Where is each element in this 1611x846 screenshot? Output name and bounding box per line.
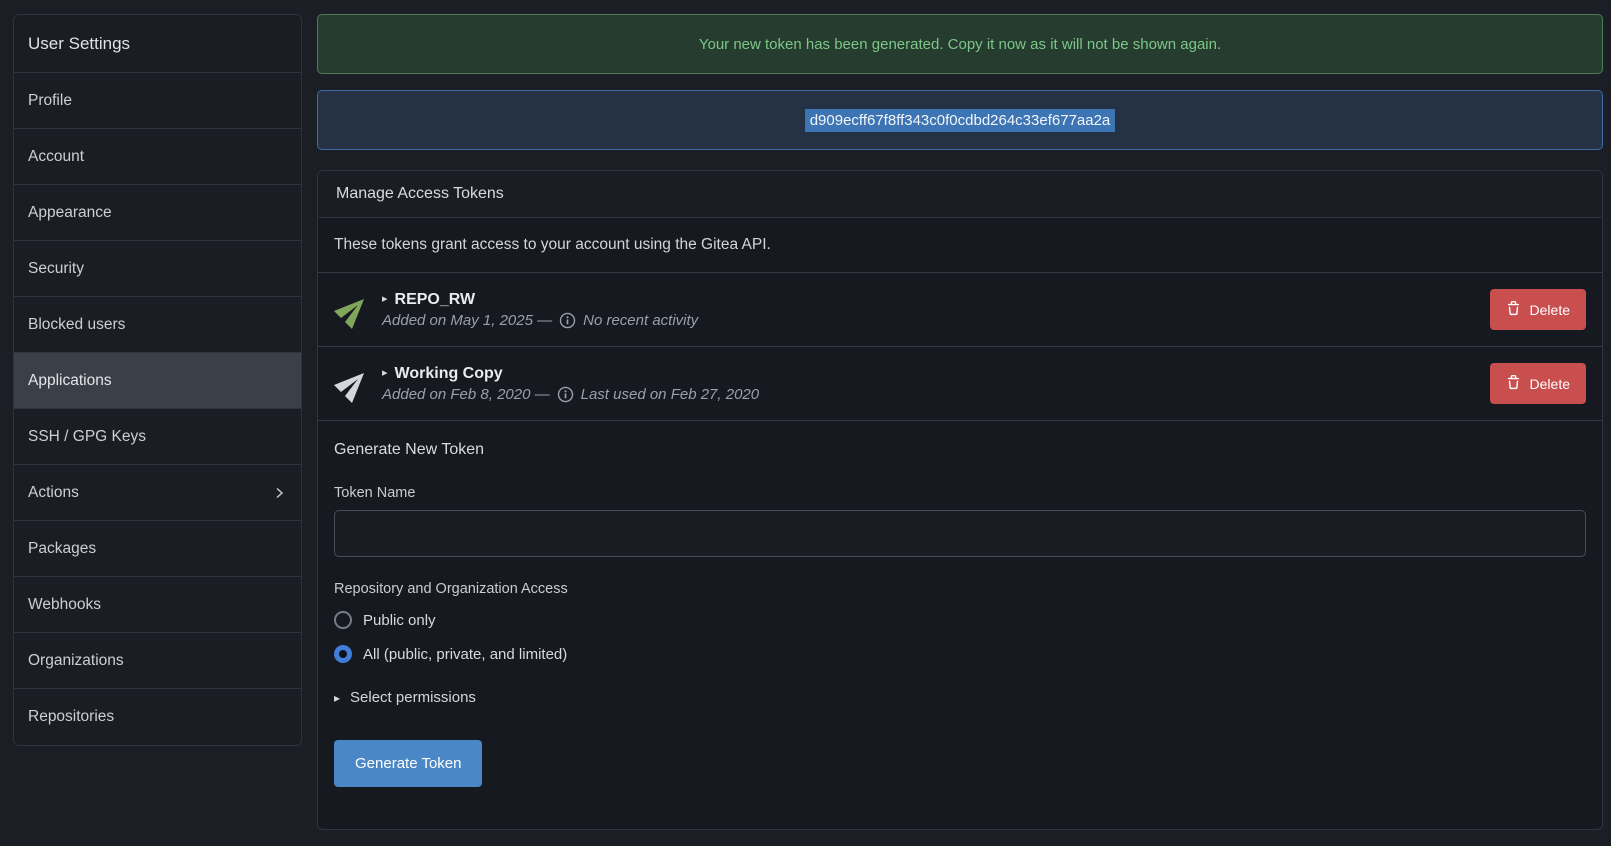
token-row: ▸ Working Copy Added on Feb 8, 2020 — La…	[318, 347, 1602, 421]
triangle-collapsed-icon: ▸	[334, 692, 340, 704]
delete-label: Delete	[1530, 302, 1570, 318]
sidebar-item-account[interactable]: Account	[14, 129, 301, 185]
sidebar-item-appearance[interactable]: Appearance	[14, 185, 301, 241]
paper-plane-icon	[334, 293, 372, 327]
panel-description: These tokens grant access to your accoun…	[318, 218, 1602, 273]
access-tokens-panel: Manage Access Tokens These tokens grant …	[317, 170, 1603, 830]
sidebar-item-packages[interactable]: Packages	[14, 521, 301, 577]
sidebar-item-profile[interactable]: Profile	[14, 73, 301, 129]
delete-token-button[interactable]: Delete	[1490, 363, 1586, 404]
chevron-right-icon	[271, 485, 287, 501]
new-token-box: d909ecff67f8ff343c0f0cdbd264c33ef677aa2a	[317, 90, 1603, 150]
flash-success-banner: Your new token has been generated. Copy …	[317, 14, 1603, 74]
radio-checked-icon[interactable]	[334, 645, 352, 663]
repo-org-access-label: Repository and Organization Access	[334, 581, 1586, 597]
settings-content: Your new token has been generated. Copy …	[317, 14, 1603, 838]
token-activity-text: Last used on Feb 27, 2020	[581, 386, 759, 403]
token-name-toggle[interactable]: ▸ Working Copy	[382, 365, 759, 383]
radio-label: Public only	[363, 612, 436, 629]
token-info: ▸ REPO_RW Added on May 1, 2025 — No rece…	[382, 291, 698, 329]
sidebar-item-organizations[interactable]: Organizations	[14, 633, 301, 689]
generate-token-button[interactable]: Generate Token	[334, 740, 482, 787]
radio-label: All (public, private, and limited)	[363, 646, 567, 663]
user-settings-page: User Settings Profile Account Appearance…	[0, 0, 1611, 838]
triangle-collapsed-icon: ▸	[382, 294, 388, 305]
token-added-text: Added on May 1, 2025 —	[382, 312, 552, 329]
flash-message-text: Your new token has been generated. Copy …	[699, 36, 1221, 53]
radio-unchecked-icon[interactable]	[334, 611, 352, 629]
token-row: ▸ REPO_RW Added on May 1, 2025 — No rece…	[318, 273, 1602, 347]
token-name-input[interactable]	[334, 510, 1586, 557]
token-meta: Added on Feb 8, 2020 — Last used on Feb …	[382, 386, 759, 403]
sidebar-item-webhooks[interactable]: Webhooks	[14, 577, 301, 633]
token-activity-text: No recent activity	[583, 312, 698, 329]
info-icon	[557, 386, 574, 403]
settings-sidebar: User Settings Profile Account Appearance…	[13, 14, 302, 746]
paper-plane-icon	[334, 367, 372, 401]
token-info: ▸ Working Copy Added on Feb 8, 2020 — La…	[382, 365, 759, 403]
token-name: Working Copy	[395, 365, 503, 383]
sidebar-item-label: Actions	[28, 484, 79, 502]
sidebar-title: User Settings	[14, 15, 301, 73]
radio-all-access[interactable]: All (public, private, and limited)	[334, 637, 1586, 671]
sidebar-item-security[interactable]: Security	[14, 241, 301, 297]
sidebar-item-repositories[interactable]: Repositories	[14, 689, 301, 745]
new-token-value[interactable]: d909ecff67f8ff343c0f0cdbd264c33ef677aa2a	[805, 109, 1116, 132]
token-name-label: Token Name	[334, 485, 1586, 501]
select-permissions-label: Select permissions	[350, 689, 476, 706]
token-name: REPO_RW	[395, 291, 476, 309]
sidebar-item-blocked-users[interactable]: Blocked users	[14, 297, 301, 353]
sidebar-item-ssh-gpg-keys[interactable]: SSH / GPG Keys	[14, 409, 301, 465]
select-permissions-toggle[interactable]: ▸ Select permissions	[334, 689, 1586, 706]
delete-token-button[interactable]: Delete	[1490, 289, 1586, 330]
radio-public-only[interactable]: Public only	[334, 603, 1586, 637]
triangle-collapsed-icon: ▸	[382, 368, 388, 379]
info-icon	[559, 312, 576, 329]
sidebar-item-actions[interactable]: Actions	[14, 465, 301, 521]
token-meta: Added on May 1, 2025 — No recent activit…	[382, 312, 698, 329]
panel-title: Manage Access Tokens	[318, 171, 1602, 218]
token-name-toggle[interactable]: ▸ REPO_RW	[382, 291, 698, 309]
delete-label: Delete	[1530, 376, 1570, 392]
trash-icon	[1506, 301, 1521, 319]
generate-heading: Generate New Token	[334, 441, 1586, 459]
token-added-text: Added on Feb 8, 2020 —	[382, 386, 550, 403]
generate-new-token-section: Generate New Token Token Name Repository…	[318, 421, 1602, 803]
trash-icon	[1506, 375, 1521, 393]
sidebar-item-applications[interactable]: Applications	[14, 353, 301, 409]
